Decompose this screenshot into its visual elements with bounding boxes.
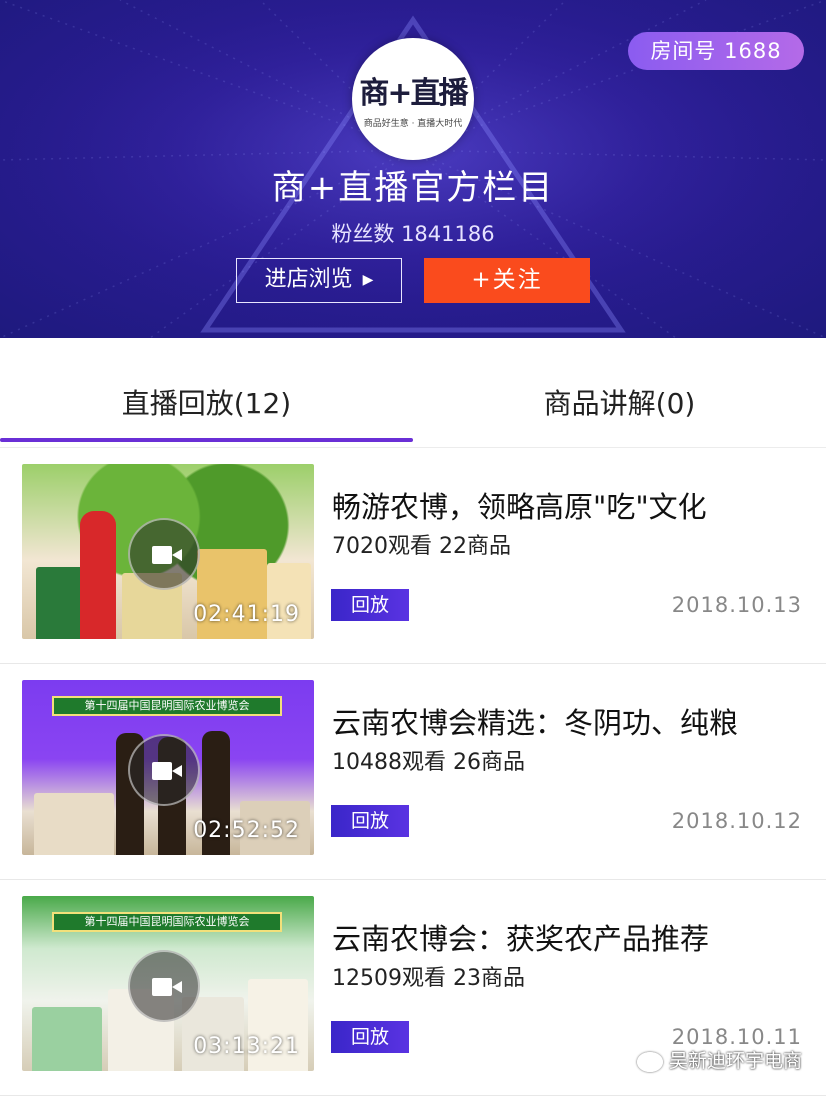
expo-banner: 第十四届中国昆明国际农业博览会: [52, 696, 282, 716]
product-image: [34, 793, 114, 855]
watermark-text: 吴新迪环宇电商: [668, 1050, 802, 1072]
video-thumbnail[interactable]: 第十四届中国昆明国际农业博览会 03:13:21: [22, 896, 314, 1071]
tab-live-replay[interactable]: 直播回放(12): [0, 382, 413, 422]
play-arrow-icon: ▶: [362, 272, 374, 288]
video-camera-icon: [152, 978, 182, 996]
product-image: [36, 567, 84, 639]
tab-bar: 直播回放(12) 商品讲解(0): [0, 338, 826, 448]
list-item[interactable]: 第十四届中国昆明国际农业博览会 02:52:52 云南农博会精选：冬阴功、纯粮 …: [0, 664, 826, 880]
store-logo: 商+直播 商品好生意 · 直播大时代: [352, 38, 474, 160]
product-image: [80, 511, 116, 639]
active-tab-indicator: [0, 438, 413, 442]
enter-store-button[interactable]: 进店浏览 ▶: [236, 258, 402, 303]
store-header-banner: 房间号 1688 商+直播 商品好生意 · 直播大时代 商+直播官方栏目 粉丝数…: [0, 0, 826, 338]
expo-banner: 第十四届中国昆明国际农业博览会: [52, 912, 282, 932]
item-date: 2018.10.13: [671, 593, 802, 617]
follow-button[interactable]: +关注: [424, 258, 590, 303]
video-thumbnail[interactable]: 第十四届中国昆明国际农业博览会 02:52:52: [22, 680, 314, 855]
logo-subtext: 商品好生意 · 直播大时代: [363, 119, 463, 129]
enter-store-label: 进店浏览: [264, 267, 353, 292]
play-button[interactable]: [128, 950, 200, 1022]
item-title: 云南农博会：获奖农产品推荐: [332, 922, 710, 956]
item-date: 2018.10.12: [671, 809, 802, 833]
play-button[interactable]: [128, 734, 200, 806]
store-title: 商+直播官方栏目: [271, 168, 555, 208]
video-duration: 03:13:21: [193, 1034, 300, 1059]
room-number-badge: 房间号 1688: [628, 32, 804, 70]
item-title: 云南农博会精选：冬阴功、纯粮: [332, 706, 739, 740]
replay-button[interactable]: 回放: [331, 1021, 409, 1053]
item-meta: 10488观看 26商品: [332, 750, 525, 775]
replay-button[interactable]: 回放: [331, 805, 409, 837]
replay-list: 02:41:19 畅游农博，领略高原"吃"文化 7020观看 22商品 回放 2…: [0, 448, 826, 1096]
video-duration: 02:52:52: [193, 818, 300, 843]
fans-count: 粉丝数 1841186: [331, 222, 495, 246]
video-duration: 02:41:19: [193, 602, 300, 627]
item-meta: 12509观看 23商品: [332, 966, 525, 991]
list-item[interactable]: 02:41:19 畅游农博，领略高原"吃"文化 7020观看 22商品 回放 2…: [0, 448, 826, 664]
item-title: 畅游农博，领略高原"吃"文化: [332, 490, 707, 524]
video-camera-icon: [152, 546, 182, 564]
item-meta: 7020观看 22商品: [332, 534, 511, 559]
product-image: [267, 563, 311, 639]
wechat-watermark: 吴新迪环宇电商: [636, 1046, 802, 1073]
product-image: [32, 1007, 102, 1071]
replay-button[interactable]: 回放: [331, 589, 409, 621]
play-button[interactable]: [128, 518, 200, 590]
video-thumbnail[interactable]: 02:41:19: [22, 464, 314, 639]
video-camera-icon: [152, 762, 182, 780]
tab-product-explain[interactable]: 商品讲解(0): [413, 382, 826, 422]
wechat-icon: [636, 1051, 663, 1072]
logo-text: 商+直播: [359, 76, 468, 111]
